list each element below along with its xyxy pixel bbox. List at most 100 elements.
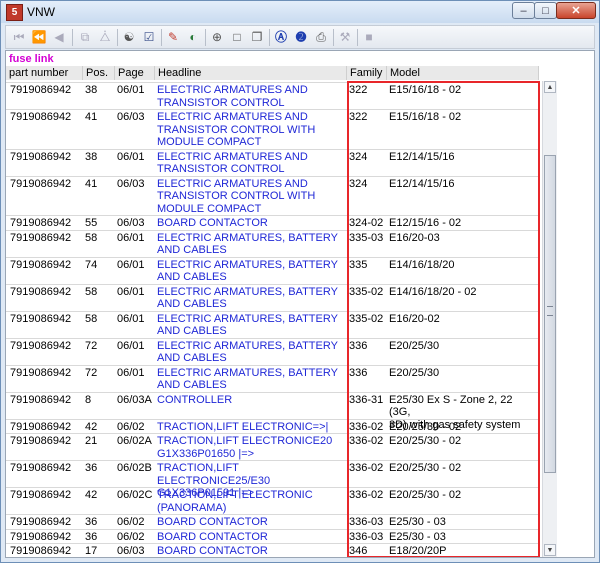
headline-link[interactable]: ELECTRIC ARMATURES, BATTERY AND CABLES (157, 313, 345, 338)
table-row[interactable]: 7919086942 8 06/03A CONTROLLER 336-31 E25/30 … (6, 391, 539, 431)
model-cell: E14/16/18/20 - 02 (389, 285, 477, 298)
part-number-cell: 7919086942 (10, 84, 72, 96)
headline-link[interactable]: TRACTION,LIFT ELECTRONIC (PANORAMA) (157, 489, 345, 514)
page-cell: 06/02 (117, 420, 145, 433)
table-row[interactable]: 7919086942 42 06/02 TRACTION,LIFT ELECTRONI… (6, 418, 539, 435)
prev-fast-icon[interactable]: ⏪ (30, 29, 48, 45)
table-row[interactable]: 7919086942 36 06/02 BOARD CONTACTOR 336-03 E2… (6, 514, 539, 530)
headline-link[interactable]: ELECTRIC ARMATURES, BATTERY AND CABLES (157, 340, 345, 365)
table-row[interactable]: 7919086942 72 06/01 ELECTRIC ARMATURES, BAT… (6, 364, 539, 393)
family-cell: 335-03 (349, 231, 384, 244)
checklist-icon[interactable]: ☑ (140, 29, 158, 45)
parts-list-panel: fuse link part number Pos. Page Headline… (5, 50, 595, 558)
page-cell: 06/03 (117, 177, 145, 190)
zoom-icon[interactable]: ⊕ (208, 29, 226, 45)
title-bar[interactable]: 5 VNW – □ ✕ (1, 1, 599, 23)
page-cell: 06/02A (117, 435, 152, 447)
pos-cell: 55 (85, 217, 98, 229)
table-row[interactable]: 7919086942 36 06/02 BOARD CONTACTOR 336-03 E2… (6, 528, 539, 545)
table-row[interactable]: 7919086942 38 06/01 ELECTRIC ARMATURES AND … (6, 82, 539, 110)
model-cell: E12/15/16 - 02 (389, 217, 462, 229)
table-row[interactable]: 7919086942 58 06/01 ELECTRIC ARMATURES, BAT… (6, 283, 539, 312)
toolbar-separator (333, 29, 334, 46)
page-icon[interactable]: □ (228, 29, 246, 45)
table-row[interactable]: 7919086942 58 06/01 ELECTRIC ARMATURES, BAT… (6, 229, 539, 258)
page-cell: 06/01 (117, 312, 145, 325)
headline-link[interactable]: TRACTION,LIFT ELECTRONICE20 G1X336P01650… (157, 435, 345, 460)
family-cell: 336-31 (349, 393, 384, 406)
headline-link[interactable]: ELECTRIC ARMATURES AND TRANSISTOR CONTRO… (157, 111, 345, 149)
circle-2-icon[interactable]: ➋ (292, 29, 310, 45)
toolbar: ⏮ ⏪ ◀ ⧉ ⧊ ☯ ☑ ✎ ◐ ⊕ □ ❐ Ⓐ ➋ ⎙ ⚒ ■ (5, 25, 595, 49)
pos-cell: 42 (85, 489, 98, 501)
stop-icon[interactable]: ■ (360, 29, 378, 45)
table-row[interactable]: 7919086942 72 06/01 ELECTRIC ARMATURES, BAT… (6, 337, 539, 366)
table-row[interactable]: 7919086942 36 06/02B TRACTION,LIFT ELECTRON… (6, 460, 539, 499)
minimize-button[interactable]: – (512, 2, 535, 19)
first-icon[interactable]: ⏮ (10, 29, 28, 45)
close-button[interactable]: ✕ (556, 2, 596, 19)
headline-link[interactable]: BOARD CONTACTOR (157, 516, 345, 529)
column-header-headline[interactable]: Headline (155, 66, 347, 80)
headline-link[interactable]: BOARD CONTACTOR (157, 217, 345, 230)
table-row[interactable]: 7919086942 74 06/01 ELECTRIC ARMATURES, BAT… (6, 256, 539, 285)
scroll-down-arrow-icon[interactable]: ▼ (544, 544, 556, 556)
headline-link[interactable]: CONTROLLER (157, 394, 345, 407)
headline-link[interactable]: ELECTRIC ARMATURES AND TRANSISTOR CONTRO… (157, 84, 345, 109)
part-number-cell: 7919086942 (10, 462, 72, 474)
maximize-button[interactable]: □ (534, 2, 557, 19)
column-header-pos[interactable]: Pos. (83, 66, 115, 80)
headline-link[interactable]: ELECTRIC ARMATURES AND TRANSISTOR CONTRO… (157, 151, 345, 176)
scroll-thumb[interactable] (544, 155, 556, 473)
page-cell: 06/03A (117, 393, 152, 406)
app-icon: 5 (6, 4, 23, 21)
pos-cell: 74 (85, 258, 98, 271)
page-cell: 06/02B (117, 462, 152, 474)
scroll-up-arrow-icon[interactable]: ▲ (544, 81, 556, 93)
pages-icon[interactable]: ❐ (248, 29, 266, 45)
tools-icon[interactable]: ⚒ (336, 29, 354, 45)
headline-link[interactable]: ELECTRIC ARMATURES AND TRANSISTOR CONTRO… (157, 178, 345, 216)
pos-cell: 58 (85, 285, 98, 298)
cart-icon[interactable]: ☯ (120, 29, 138, 45)
print-icon[interactable]: ⎙ (312, 29, 330, 45)
paste-page-icon[interactable]: ⧊ (96, 29, 114, 45)
headline-link[interactable]: ELECTRIC ARMATURES, BATTERY AND CABLES (157, 367, 345, 392)
table-row[interactable]: 7919086942 55 06/03 BOARD CONTACTOR 324-02 E1… (6, 215, 539, 231)
pos-cell: 58 (85, 231, 98, 244)
page-cell: 06/03 (117, 111, 145, 123)
table-row[interactable]: 7919086942 17 06/03 BOARD CONTACTOR 346 E18/2… (6, 543, 539, 557)
model-cell: E20/25/30 - 02 (389, 420, 462, 433)
pos-cell: 38 (85, 84, 98, 96)
column-header-model[interactable]: Model (387, 66, 539, 80)
table-row[interactable]: 7919086942 58 06/01 ELECTRIC ARMATURES, BAT… (6, 310, 539, 339)
pos-cell: 21 (85, 435, 98, 447)
circle-a-icon[interactable]: Ⓐ (272, 29, 290, 45)
color-wheel-icon[interactable]: ◐ (184, 29, 202, 45)
prev-icon[interactable]: ◀ (50, 29, 68, 45)
headline-link[interactable]: ELECTRIC ARMATURES, BATTERY AND CABLES (157, 286, 345, 311)
column-header-part-number[interactable]: part number (6, 66, 83, 80)
pencil-tool-icon[interactable]: ✎ (164, 29, 182, 45)
table-row[interactable]: 7919086942 41 06/03 ELECTRIC ARMATURES AND … (6, 109, 539, 150)
table-row[interactable]: 7919086942 38 06/01 ELECTRIC ARMATURES AND … (6, 148, 539, 177)
copy-page-icon[interactable]: ⧉ (76, 29, 94, 45)
vertical-scrollbar[interactable]: ▲ ▼ (542, 81, 557, 557)
table-row[interactable]: 7919086942 21 06/02A TRACTION,LIFT ELECTRON… (6, 433, 539, 461)
app-window: 5 VNW – □ ✕ ⏮ ⏪ ◀ ⧉ ⧊ ☯ ☑ ✎ ◐ ⊕ □ ❐ Ⓐ ➋ … (0, 0, 600, 563)
headline-link[interactable]: BOARD CONTACTOR (157, 545, 345, 557)
model-cell: E25/30 - 03 (389, 516, 446, 528)
table-row[interactable]: 7919086942 42 06/02C TRACTION,LIFT ELECTRON… (6, 487, 539, 515)
family-cell: 336-02 (349, 420, 384, 433)
family-cell: 322 (349, 111, 368, 123)
column-header-page[interactable]: Page (115, 66, 155, 80)
column-header-family[interactable]: Family (347, 66, 387, 80)
model-cell: E16/20-02 (389, 312, 440, 325)
headline-link[interactable]: TRACTION,LIFT ELECTRONIC=>| (157, 421, 345, 434)
table-row[interactable]: 7919086942 41 06/03 ELECTRIC ARMATURES AND … (6, 175, 539, 217)
headline-link[interactable]: BOARD CONTACTOR (157, 531, 345, 544)
family-cell: 324 (349, 177, 368, 190)
family-cell: 322 (349, 84, 368, 96)
headline-link[interactable]: ELECTRIC ARMATURES, BATTERY AND CABLES (157, 232, 345, 257)
headline-link[interactable]: ELECTRIC ARMATURES, BATTERY AND CABLES (157, 259, 345, 284)
